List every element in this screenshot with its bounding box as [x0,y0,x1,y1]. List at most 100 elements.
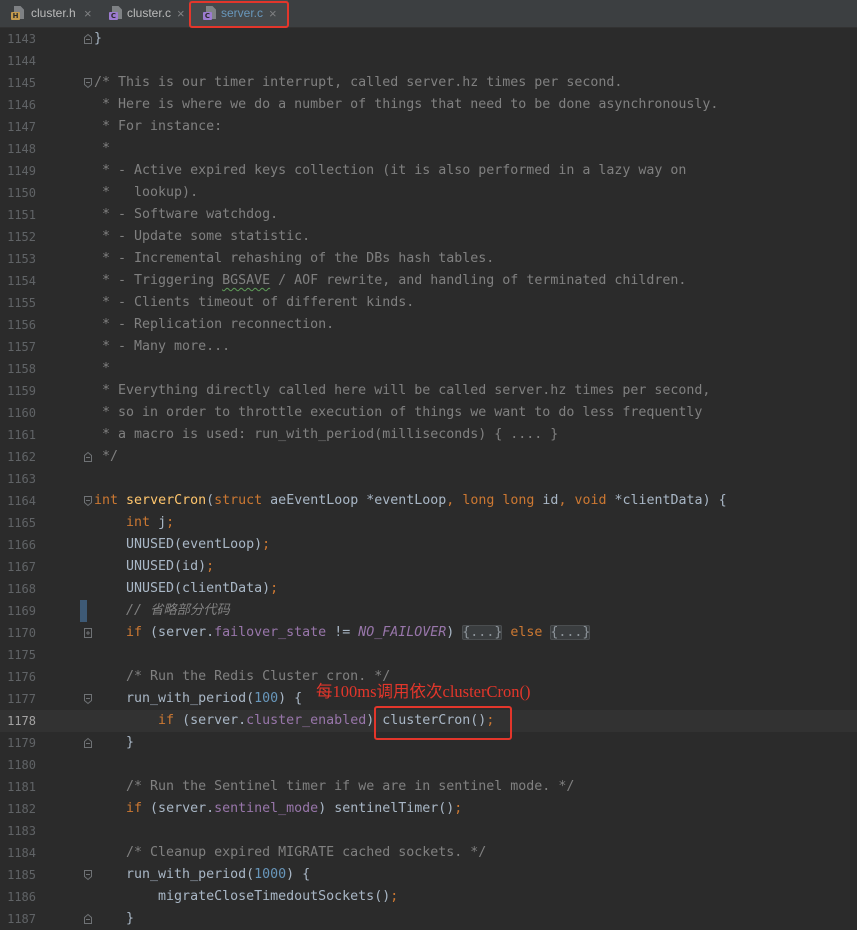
code-text[interactable]: if (server.failover_state != NO_FAILOVER… [94,622,591,644]
line-number[interactable]: 1178 [0,710,36,732]
fold-end-icon[interactable] [83,451,93,463]
code-line[interactable]: 1185 run_with_period(1000) { [0,864,857,886]
line-number[interactable]: 1162 [0,446,36,468]
code-text[interactable]: * so in order to throttle execution of t… [94,402,702,424]
vcs-change-marker[interactable] [80,600,87,622]
fold-end-icon[interactable] [83,33,93,45]
code-text[interactable]: int serverCron(struct aeEventLoop *event… [94,490,727,512]
code-text[interactable]: * lookup). [94,182,198,204]
code-line[interactable]: 1164 int serverCron(struct aeEventLoop *e… [0,490,857,512]
line-number[interactable]: 1182 [0,798,36,820]
line-number[interactable]: 1161 [0,424,36,446]
line-number[interactable]: 1179 [0,732,36,754]
close-icon[interactable]: × [177,0,185,27]
code-text[interactable]: * - Triggering BGSAVE / AOF rewrite, and… [94,270,686,292]
line-number[interactable]: 1175 [0,644,36,666]
code-line[interactable]: 1180 [0,754,857,776]
line-number[interactable]: 1147 [0,116,36,138]
code-line[interactable]: 1163 [0,468,857,490]
code-text[interactable]: if (server.sentinel_mode) sentinelTimer(… [94,798,462,820]
line-number[interactable]: 1164 [0,490,36,512]
fold-end-icon[interactable] [83,737,93,749]
code-line[interactable]: 1168 UNUSED(clientData); [0,578,857,600]
line-number[interactable]: 1151 [0,204,36,226]
code-text[interactable]: * - Incremental rehashing of the DBs has… [94,248,494,270]
code-line[interactable]: 1179 } [0,732,857,754]
code-text[interactable]: migrateCloseTimedoutSockets(); [94,886,398,908]
code-line[interactable]: 1186 migrateCloseTimedoutSockets(); [0,886,857,908]
folded-code-placeholder[interactable]: {...} [462,625,503,640]
line-number[interactable]: 1152 [0,226,36,248]
code-text[interactable]: * [94,358,110,380]
tab-cluster-h[interactable]: H cluster.h × [0,0,98,27]
line-number[interactable]: 1168 [0,578,36,600]
line-number[interactable]: 1157 [0,336,36,358]
line-number[interactable]: 1143 [0,28,36,50]
code-text[interactable]: /* Cleanup expired MIGRATE cached socket… [94,842,486,864]
code-line[interactable]: 1157 * - Many more... [0,336,857,358]
code-text[interactable]: */ [94,446,118,468]
code-text[interactable]: * - Software watchdog. [94,204,278,226]
line-number[interactable]: 1184 [0,842,36,864]
code-line[interactable]: 1187 } [0,908,857,930]
code-line[interactable]: 1149 * - Active expired keys collection … [0,160,857,182]
line-number[interactable]: 1181 [0,776,36,798]
close-icon[interactable]: × [84,0,92,27]
code-line[interactable]: 1170 if (server.failover_state != NO_FAI… [0,622,857,644]
line-number[interactable]: 1165 [0,512,36,534]
line-number[interactable]: 1160 [0,402,36,424]
code-text[interactable]: /* Run the Sentinel timer if we are in s… [94,776,574,798]
code-line[interactable]: 1184 /* Cleanup expired MIGRATE cached s… [0,842,857,864]
code-line[interactable]: 1145 /* This is our timer interrupt, call… [0,72,857,94]
line-number[interactable]: 1183 [0,820,36,842]
code-text[interactable]: * a macro is used: run_with_period(milli… [94,424,558,446]
code-line[interactable]: 1155 * - Clients timeout of different ki… [0,292,857,314]
line-number[interactable]: 1156 [0,314,36,336]
code-text[interactable]: /* This is our timer interrupt, called s… [94,72,622,94]
code-line[interactable]: 1144 [0,50,857,72]
code-text[interactable]: * Here is where we do a number of things… [94,94,718,116]
code-text[interactable]: * [94,138,110,160]
line-number[interactable]: 1177 [0,688,36,710]
fold-start-icon[interactable] [83,77,93,89]
code-text[interactable]: run_with_period(1000) { [94,864,310,886]
code-text[interactable]: int j; [94,512,174,534]
line-number[interactable]: 1163 [0,468,36,490]
code-text[interactable]: } [94,908,134,930]
code-text[interactable]: * - Replication reconnection. [94,314,334,336]
code-text[interactable]: * - Active expired keys collection (it i… [94,160,686,182]
line-number[interactable]: 1166 [0,534,36,556]
line-number[interactable]: 1170 [0,622,36,644]
line-number[interactable]: 1149 [0,160,36,182]
fold-start-icon[interactable] [83,869,93,881]
code-line[interactable]: 1148 * [0,138,857,160]
code-line[interactable]: 1156 * - Replication reconnection. [0,314,857,336]
code-line[interactable]: 1183 [0,820,857,842]
line-number[interactable]: 1144 [0,50,36,72]
code-line[interactable]: 1162 */ [0,446,857,468]
code-line[interactable]: 1152 * - Update some statistic. [0,226,857,248]
fold-end-icon[interactable] [83,913,93,925]
code-text[interactable]: * Everything directly called here will b… [94,380,710,402]
code-line[interactable]: 1150 * lookup). [0,182,857,204]
code-line[interactable]: 1147 * For instance: [0,116,857,138]
line-number[interactable]: 1146 [0,94,36,116]
code-text[interactable]: UNUSED(eventLoop); [94,534,270,556]
line-number[interactable]: 1180 [0,754,36,776]
code-text[interactable]: } [94,732,134,754]
code-line[interactable]: 1151 * - Software watchdog. [0,204,857,226]
code-line[interactable]: 1169 // 省略部分代码 [0,600,857,622]
code-text[interactable]: // 省略部分代码 [94,600,230,622]
code-line[interactable]: 1154 * - Triggering BGSAVE / AOF rewrite… [0,270,857,292]
code-line[interactable]: 1159 * Everything directly called here w… [0,380,857,402]
code-line[interactable]: 1161 * a macro is used: run_with_period(… [0,424,857,446]
code-text[interactable]: * - Clients timeout of different kinds. [94,292,414,314]
code-text[interactable]: run_with_period(100) { [94,688,302,710]
line-number[interactable]: 1185 [0,864,36,886]
code-line[interactable]: 1165 int j; [0,512,857,534]
code-line[interactable]: 1146 * Here is where we do a number of t… [0,94,857,116]
line-number[interactable]: 1169 [0,600,36,622]
line-number[interactable]: 1153 [0,248,36,270]
line-number[interactable]: 1145 [0,72,36,94]
fold-start-icon[interactable] [83,495,93,507]
